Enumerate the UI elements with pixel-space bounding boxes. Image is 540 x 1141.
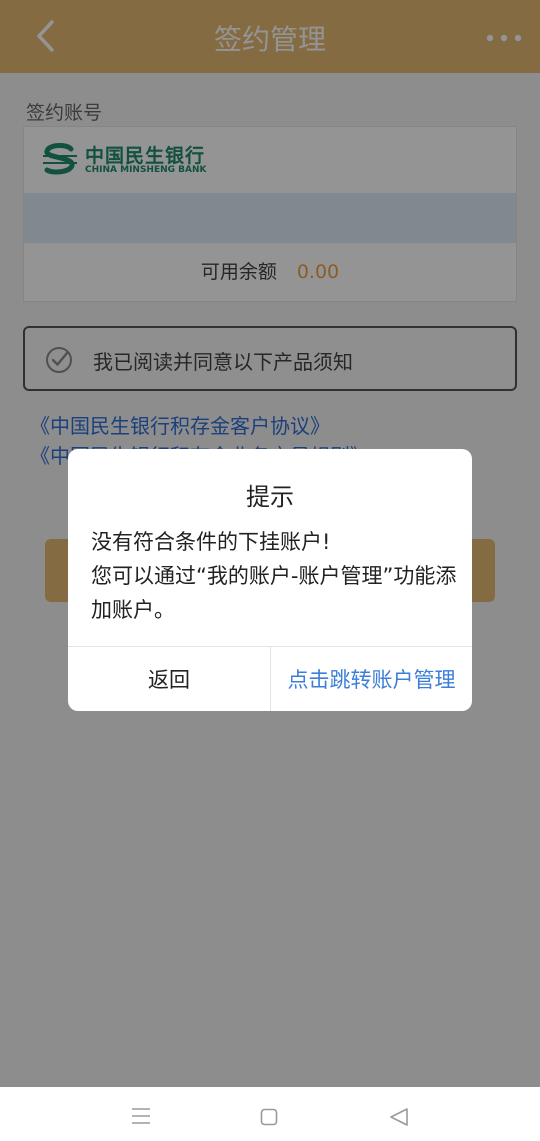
dialog-title: 提示 (246, 483, 294, 511)
alert-dialog: 提示 没有符合条件的下挂账户! 您可以通过“我的账户-账户管理”功能添加账户。 … (68, 449, 472, 711)
dialog-message: 没有符合条件的下挂账户! 您可以通过“我的账户-账户管理”功能添加账户。 (91, 525, 461, 627)
dialog-back-button[interactable]: 返回 (68, 646, 270, 711)
menu-icon[interactable] (131, 1107, 151, 1125)
dialog-jump-account-button[interactable]: 点击跳转账户管理 (271, 646, 472, 711)
triangle-back-icon[interactable] (389, 1107, 409, 1127)
dialog-message-line2: 您可以通过“我的账户-账户管理”功能添加账户。 (91, 564, 457, 622)
dialog-message-line1: 没有符合条件的下挂账户! (91, 530, 331, 554)
home-square-icon[interactable] (260, 1108, 278, 1126)
